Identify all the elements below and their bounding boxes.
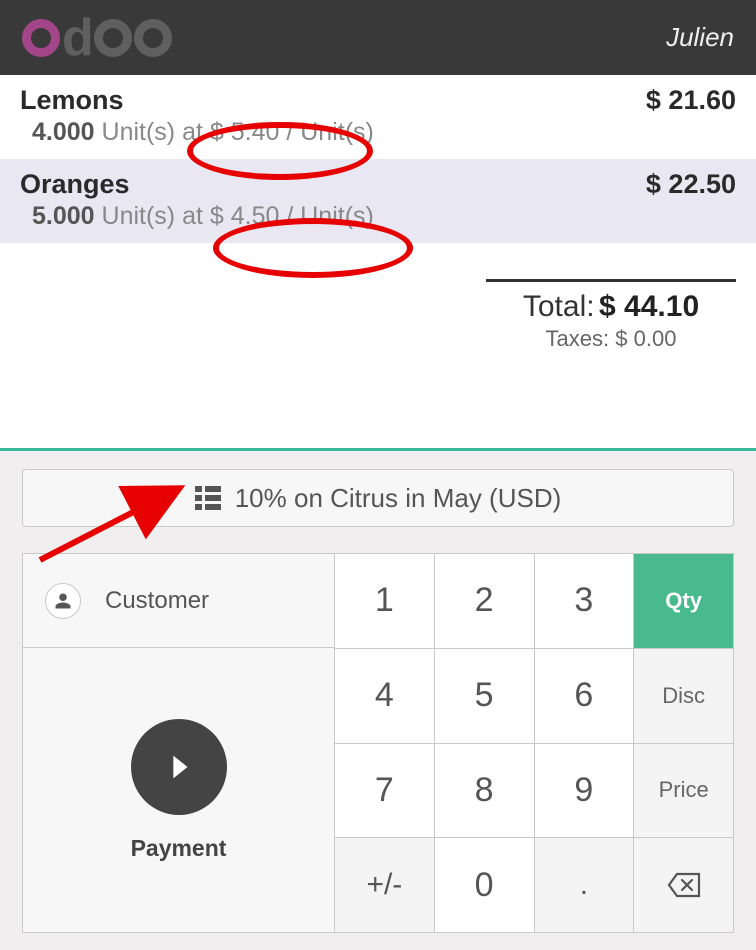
numpad-4[interactable]: 4 (335, 649, 435, 744)
numpad-sign[interactable]: +/- (335, 838, 435, 933)
customer-button[interactable]: Customer (23, 554, 334, 648)
payment-label: Payment (131, 835, 227, 862)
payment-button[interactable]: Payment (23, 648, 334, 932)
line-total: $ 21.60 (646, 85, 736, 116)
action-panel: 10% on Citrus in May (USD) Customer Paym… (0, 448, 756, 950)
total-label: Total: (523, 290, 595, 323)
logo-o-icon (134, 19, 172, 57)
line-total: $ 22.50 (646, 169, 736, 200)
logo-o-icon (22, 19, 60, 57)
numpad-6[interactable]: 6 (535, 649, 635, 744)
odoo-logo: d (22, 8, 172, 68)
total-amount: $ 44.10 (599, 290, 699, 323)
numpad-backspace[interactable] (634, 838, 734, 933)
app-header: d Julien (0, 0, 756, 75)
numpad: 1 2 3 Qty 4 5 6 Disc 7 8 9 Price +/- 0 . (334, 553, 734, 933)
mode-price[interactable]: Price (634, 744, 734, 839)
backspace-icon (667, 872, 701, 898)
mode-qty[interactable]: Qty (634, 554, 734, 649)
list-icon (195, 486, 221, 510)
line-detail: 4.000 Unit(s) at $ 5.40 / Unit(s) (20, 118, 736, 147)
numpad-7[interactable]: 7 (335, 744, 435, 839)
numpad-1[interactable]: 1 (335, 554, 435, 649)
product-name: Lemons (20, 85, 124, 116)
user-icon (45, 583, 81, 619)
numpad-5[interactable]: 5 (435, 649, 535, 744)
order-totals: Total: $ 44.10 Taxes: $ 0.00 (486, 279, 736, 352)
pad-area: Customer Payment 1 2 3 Qty 4 5 6 Disc 7 … (22, 553, 734, 933)
order-line[interactable]: Oranges $ 22.50 5.000 Unit(s) at $ 4.50 … (0, 159, 756, 243)
mode-disc[interactable]: Disc (634, 649, 734, 744)
order-lines: Lemons $ 21.60 4.000 Unit(s) at $ 5.40 /… (0, 75, 756, 243)
logo-o-icon (94, 19, 132, 57)
taxes-label: Taxes: (546, 326, 610, 351)
taxes-amount: $ 0.00 (615, 326, 676, 351)
product-name: Oranges (20, 169, 130, 200)
pricelist-button[interactable]: 10% on Citrus in May (USD) (22, 469, 734, 527)
logo-d-letter: d (62, 8, 92, 68)
cashier-name[interactable]: Julien (666, 22, 734, 53)
pricelist-label: 10% on Citrus in May (USD) (235, 483, 562, 514)
order-line[interactable]: Lemons $ 21.60 4.000 Unit(s) at $ 5.40 /… (0, 75, 756, 159)
numpad-3[interactable]: 3 (535, 554, 635, 649)
numpad-9[interactable]: 9 (535, 744, 635, 839)
numpad-8[interactable]: 8 (435, 744, 535, 839)
customer-label: Customer (105, 587, 209, 615)
numpad-2[interactable]: 2 (435, 554, 535, 649)
line-detail: 5.000 Unit(s) at $ 4.50 / Unit(s) (20, 202, 736, 231)
numpad-dot[interactable]: . (535, 838, 635, 933)
chevron-right-icon (131, 719, 227, 815)
numpad-0[interactable]: 0 (435, 838, 535, 933)
